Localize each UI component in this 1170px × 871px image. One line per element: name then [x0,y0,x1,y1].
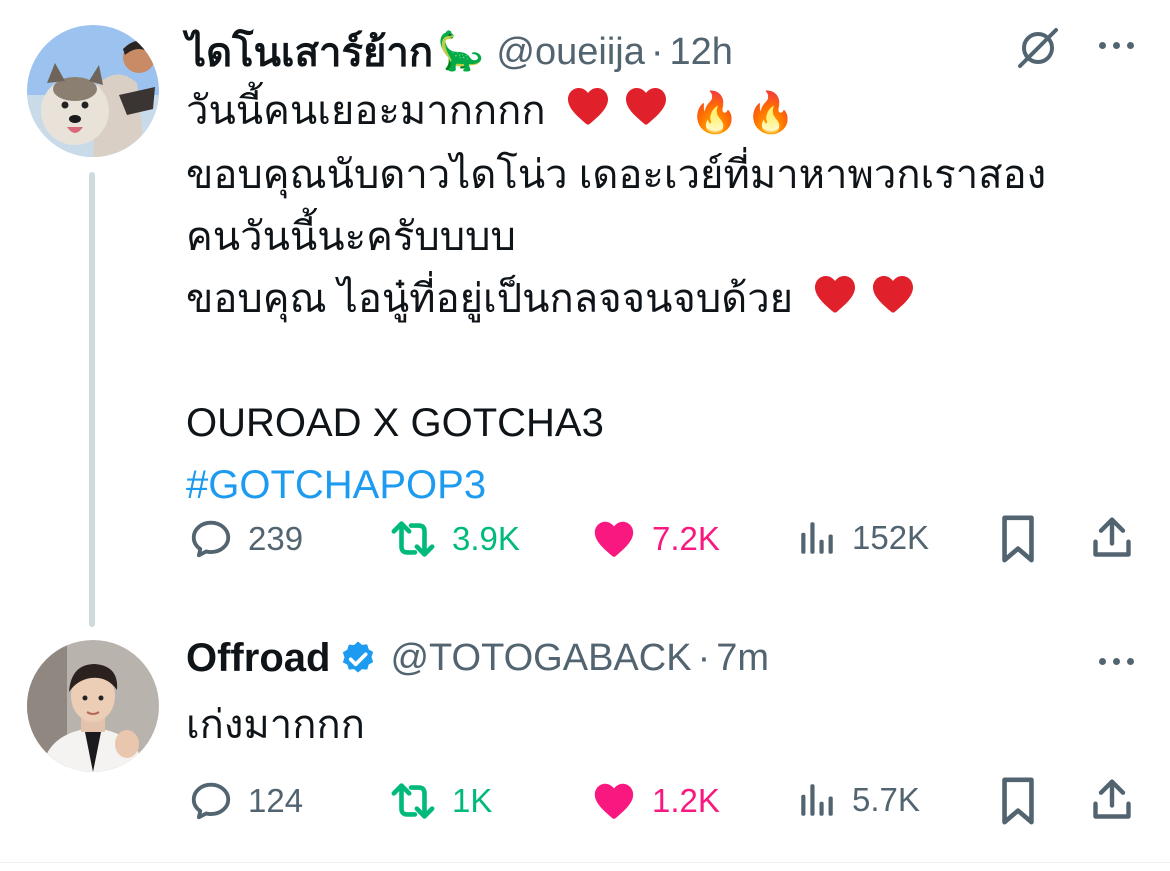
tweet-text: เก่งมากกก [186,703,365,747]
heart-icon [590,516,638,562]
separator-dot: · [650,30,664,73]
reply-button[interactable]: 239 [188,516,303,562]
repost-button[interactable]: 3.9K [388,516,520,562]
red-heart-emoji [561,82,615,130]
views-count: 5.7K [852,781,920,818]
avatar[interactable] [27,640,159,772]
like-count: 1.2K [652,782,720,819]
share-icon [1093,517,1131,557]
repost-count: 1K [452,782,493,819]
share-button[interactable] [1090,776,1134,829]
avatar-photo [27,25,159,157]
bottom-divider [0,862,1170,863]
tweet-line: วันนี้คนเยอะมากกกก 🔥 🔥 [186,80,1046,144]
views-button[interactable]: 152K [796,516,929,560]
display-name[interactable]: Offroad [186,636,330,681]
bookmark-button[interactable] [998,776,1038,831]
user-handle[interactable]: @TOTOGABACK [390,637,691,680]
tweet-text: วันนี้คนเยอะมากกกก 🔥 🔥 ขอบคุณนับดาวไดโน่ว… [186,80,1046,516]
bookmark-icon [1002,515,1034,563]
like-count: 7.2K [652,520,720,557]
heart-icon [590,778,638,824]
like-button[interactable]: 1.2K [590,778,720,824]
repost-icon [391,521,435,557]
thread-connector-line [89,172,95,627]
timestamp[interactable]: 7m [716,637,769,680]
reply-count: 239 [248,520,304,557]
tweet-line: OUROAD X GOTCHA3 [186,401,604,445]
reply-icon [191,520,231,558]
avatar[interactable] [27,25,159,157]
views-count: 152K [852,519,930,556]
red-heart-emoji [866,270,920,318]
repost-count: 3.9K [452,520,520,557]
red-heart-emoji [808,270,862,318]
views-icon [801,784,833,816]
views-button[interactable]: 5.7K [796,778,920,822]
grok-icon[interactable] [1014,24,1062,77]
share-icon [1093,779,1131,819]
like-button[interactable]: 7.2K [590,516,720,562]
bookmark-icon [1002,777,1034,825]
dinosaur-icon: 🦕 [437,31,485,73]
bookmark-button[interactable] [998,514,1038,569]
repost-button[interactable]: 1K [388,778,492,824]
fire-emoji: 🔥 [689,91,740,135]
reply-count: 124 [248,782,304,819]
repost-icon [391,783,435,819]
more-icon[interactable] [1099,658,1134,665]
more-icon[interactable] [1099,42,1134,49]
avatar-photo [27,640,159,772]
tweet-line: ขอบคุณนับดาวไดโน่ว เดอะเวย์ที่มาหาพวกเรา… [186,153,1047,197]
display-name[interactable]: ไดโนเสาร์ย้าก [186,20,433,84]
tweet-line-text: ขอบคุณ ไอนู๋ที่อยู่เป็นกลจจนจบด้วย [186,277,794,321]
tweet-line-text: วันนี้คนเยอะมากกกก [186,89,546,133]
tweet-line: ขอบคุณ ไอนู๋ที่อยู่เป็นกลจจนจบด้วย [186,268,1046,330]
share-button[interactable] [1090,514,1134,567]
hashtag-link[interactable]: #GOTCHAPOP3 [186,454,1046,516]
tweet-header: ไดโนเสาร์ย้าก 🦕 @oueiija · 12h [186,20,733,84]
timestamp[interactable]: 12h [670,31,733,74]
separator-dot: · [697,637,711,679]
tweet-line: คนวันนี้นะครับบบบ [186,215,516,259]
tweet-header: Offroad @TOTOGABACK · 7m [186,636,769,681]
reply-button[interactable]: 124 [188,778,303,824]
red-heart-emoji [619,82,673,130]
fire-emoji: 🔥 [745,91,796,135]
user-handle[interactable]: @oueiija [496,31,644,74]
verified-badge-icon [343,641,374,672]
reply-icon [191,782,231,820]
views-icon [801,522,833,554]
